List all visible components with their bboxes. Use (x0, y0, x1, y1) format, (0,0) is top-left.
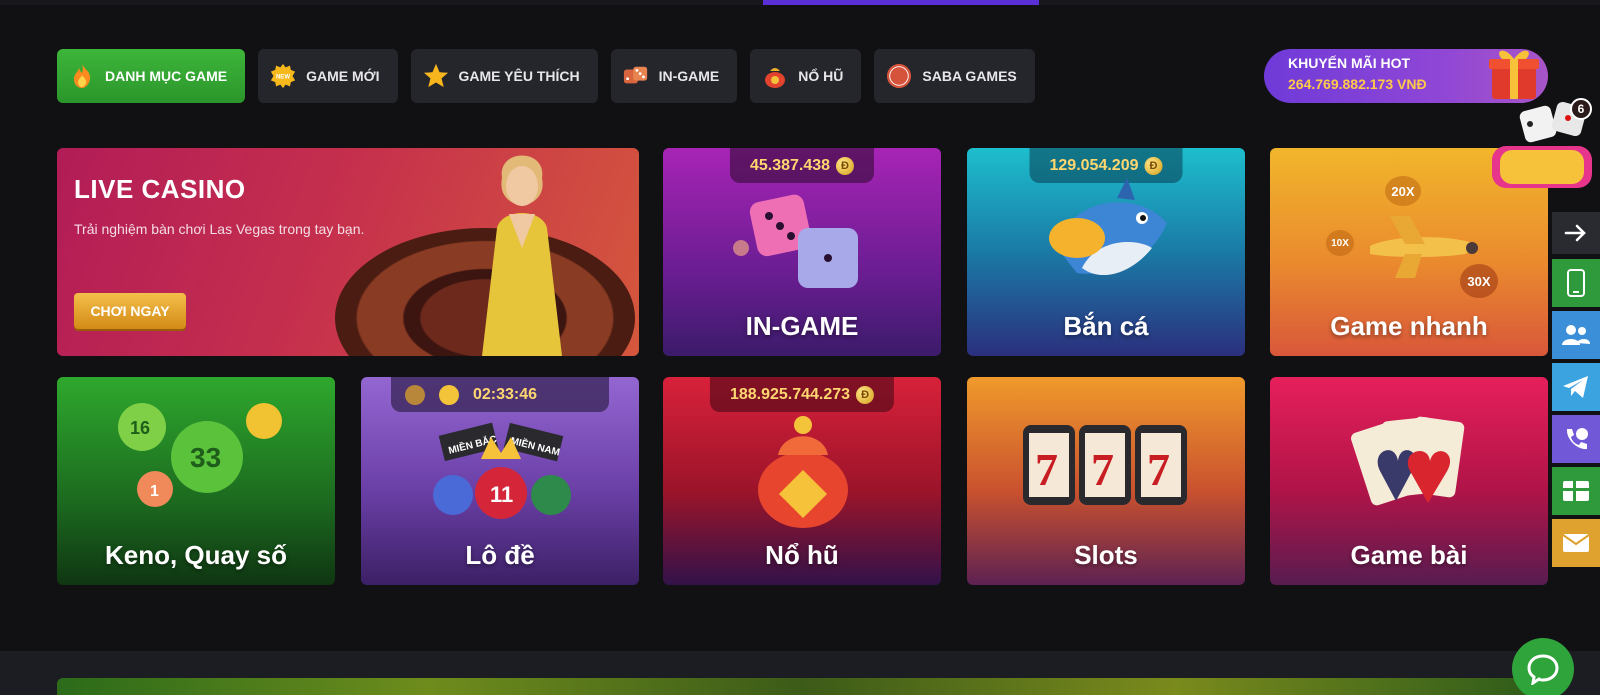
chat-bubble-icon (1527, 654, 1559, 685)
multiplier-20x: 20X (1385, 176, 1421, 206)
card-title: Keno, Quay số (104, 540, 288, 570)
new-badge-icon: NEW (270, 63, 296, 89)
ball-number: 16 (130, 418, 150, 438)
tab-label: IN-GAME (658, 68, 720, 84)
jackpot-value: 129.054.209 (1049, 156, 1139, 174)
card-title: Game bài (1350, 540, 1468, 570)
sidebar-arrow-button[interactable] (1552, 212, 1600, 254)
jackpot-counter: 188.925.744.273 Đ (709, 377, 895, 412)
tab-game-yeu-thich[interactable]: GAME YÊU THÍCH (410, 49, 598, 103)
wheel-icon (405, 384, 425, 405)
slots-card[interactable]: 7 7 7 Slots (967, 377, 1245, 585)
shark-image (1049, 178, 1167, 276)
sidebar-telegram-button[interactable] (1552, 363, 1600, 411)
card-title: IN-GAME (745, 311, 859, 341)
slot-reels-image: 7 7 7 (1023, 425, 1187, 505)
reel-symbol: 7 (1147, 444, 1170, 495)
flame-icon (69, 63, 95, 89)
star-icon (423, 63, 449, 89)
tai-xiu-mini-widget[interactable]: 6 (1482, 98, 1600, 208)
jackpot-value: 188.925.744.273 (729, 385, 851, 403)
ball-number: 33 (190, 442, 221, 473)
sidebar-group-button[interactable] (1552, 311, 1600, 359)
phone-icon (1567, 269, 1585, 297)
dice-image (733, 194, 858, 288)
top-strip (0, 0, 1600, 5)
casino-subtitle: Trải nghiệm bàn chơi Las Vegas trong tay… (74, 221, 365, 237)
mail-icon (1562, 534, 1590, 552)
ball-number: 11 (490, 482, 513, 507)
arrow-right-icon (1564, 224, 1586, 242)
card-title: Bắn cá (1063, 311, 1149, 341)
category-tabs: DANH MỤC GAME NEW GAME MỚI GAME YÊU THÍC… (57, 49, 1035, 103)
lottery-balls-image: 16 33 1 (118, 403, 282, 507)
reel-symbol: 7 (1091, 444, 1114, 495)
live-chat-button[interactable] (1512, 638, 1574, 695)
reel-symbol: 7 (1035, 444, 1058, 495)
in-game-card[interactable]: 45.387.438 Đ IN-GAME (663, 148, 941, 356)
tab-label: NỔ HŨ (798, 68, 844, 84)
tab-no-hu[interactable]: NỔ HŨ (750, 49, 862, 103)
tab-label: SABA GAMES (922, 68, 1017, 84)
top-accent (763, 0, 1039, 5)
countdown-timer: 02:33:46 (391, 377, 609, 412)
card-title: Game nhanh (1330, 311, 1488, 341)
gift-box-icon (1489, 50, 1539, 99)
card-title: Nổ hũ (765, 540, 839, 570)
ball-number: 1 (150, 483, 159, 500)
tab-label: GAME YÊU THÍCH (458, 68, 580, 84)
dice-icon (623, 63, 649, 89)
clock-icon (439, 384, 459, 405)
dealer-image (482, 155, 562, 356)
call-chat-icon (1566, 428, 1588, 450)
lucky-bag-image (758, 416, 848, 528)
card-title: Lô đề (465, 540, 535, 570)
tab-label: DANH MỤC GAME (105, 68, 228, 84)
money-bag-icon (762, 63, 788, 89)
sidebar-mail-button[interactable] (1552, 519, 1600, 567)
sidebar-gift-card-button[interactable] (1552, 467, 1600, 515)
keno-quay-so-card[interactable]: 16 33 1 Keno, Quay số (57, 377, 335, 585)
card-title: Slots (1074, 540, 1138, 570)
play-now-button[interactable]: CHƠI NGAY (74, 293, 186, 329)
svg-text:NEW: NEW (276, 75, 290, 81)
jackpot-counter: 45.387.438 Đ (729, 148, 875, 183)
telegram-icon (1563, 376, 1588, 398)
tab-game-moi[interactable]: NEW GAME MỚI (258, 49, 398, 103)
multiplier-30x: 30X (1460, 264, 1498, 298)
playing-cards-image (1351, 416, 1465, 506)
group-icon (1562, 325, 1590, 345)
ban-ca-card[interactable]: 129.054.209 Đ Bắn cá (967, 148, 1245, 356)
bottom-banner (57, 678, 1548, 695)
sidebar-call-chat-button[interactable] (1552, 415, 1600, 463)
tab-in-game[interactable]: IN-GAME (610, 49, 738, 103)
live-casino-card[interactable]: LIVE CASINO Trải nghiệm bàn chơi Las Veg… (57, 148, 639, 356)
lottery-image: MIỀN BẮC MIỀN NAM 11 (433, 422, 571, 519)
multiplier-10x: 10X (1326, 230, 1354, 256)
coin-icon: Đ (856, 385, 875, 404)
tab-saba-games[interactable]: SABA GAMES (874, 49, 1035, 103)
hot-promo-banner[interactable]: KHUYẾN MÃI HOT 264.769.882.173 VNĐ (1264, 49, 1548, 103)
no-hu-card[interactable]: 188.925.744.273 Đ Nổ hũ (663, 377, 941, 585)
tab-danh-muc-game[interactable]: DANH MỤC GAME (57, 49, 246, 103)
sidebar-phone-button[interactable] (1552, 259, 1600, 307)
timer-value: 02:33:46 (473, 385, 538, 403)
tab-label: GAME MỚI (306, 68, 380, 84)
jackpot-value: 45.387.438 (749, 156, 831, 174)
game-bai-card[interactable]: Game bài (1270, 377, 1548, 585)
lo-de-card[interactable]: 02:33:46 MIỀN BẮC MIỀN NAM 11 Lô đề (361, 377, 639, 585)
gift-card-icon (1563, 481, 1589, 501)
notification-badge: 6 (1570, 98, 1592, 120)
coin-icon: Đ (1144, 156, 1163, 175)
saba-logo-icon (886, 63, 912, 89)
coin-icon: Đ (836, 156, 855, 175)
casino-title: LIVE CASINO (74, 174, 246, 204)
